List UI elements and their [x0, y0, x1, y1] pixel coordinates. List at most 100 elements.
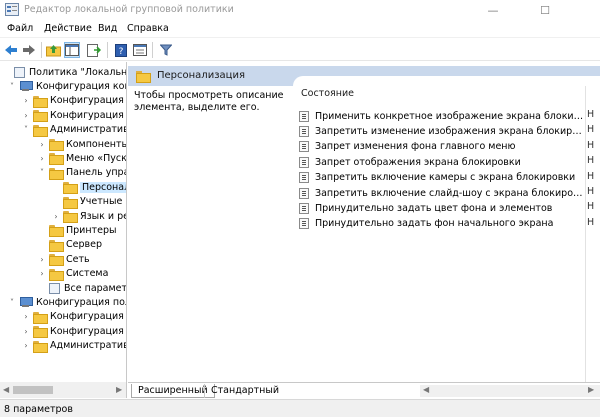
tree-node[interactable]: › Конфигурация W	[22, 108, 126, 123]
help-button[interactable]: ?	[113, 42, 129, 58]
details-pane: Персонализация Чтобы просмотреть описани…	[128, 62, 600, 382]
maximize-icon: ☐	[540, 3, 550, 17]
tree-node-label: Конфигурация W	[50, 325, 126, 337]
chevron-down-icon[interactable]: ˅	[22, 125, 30, 134]
export-list-icon	[87, 43, 101, 57]
tree-horizontal-scrollbar[interactable]: ◀ ▶	[0, 382, 127, 398]
description-text: Чтобы просмотреть описание элемента, выд…	[134, 90, 284, 113]
settings-list: Состояние Применить конкретное изображен…	[293, 76, 600, 382]
export-list-button[interactable]	[86, 42, 102, 58]
chevron-right-icon[interactable]: ›	[52, 212, 60, 221]
tree-node[interactable]: › Меню «Пуск	[38, 151, 126, 166]
tree-node[interactable]: Учетные з	[52, 195, 126, 209]
svg-text:?: ?	[119, 47, 124, 57]
description-area: Чтобы просмотреть описание элемента, выд…	[128, 86, 293, 382]
column-header-state[interactable]: Состояние	[301, 88, 354, 99]
setting-row[interactable]: Запретить включение камеры с экрана блок…	[299, 171, 585, 185]
setting-row[interactable]: Применить конкретное изображение экрана …	[299, 109, 585, 123]
chevron-down-icon[interactable]: ˅	[38, 168, 46, 177]
setting-row[interactable]: Принудительно задать фон начального экра…	[299, 217, 585, 231]
tab-extended[interactable]: Расширенный	[131, 384, 215, 398]
column-divider	[585, 86, 586, 382]
tree-node[interactable]: Принтеры	[38, 223, 116, 238]
tree-node-label: Конфигурация п	[50, 311, 127, 323]
status-bar: 8 параметров	[0, 399, 600, 417]
setting-row[interactable]: Запретить включение слайд-шоу с экрана б…	[299, 186, 585, 200]
menu-file[interactable]: Файл	[7, 23, 33, 34]
minimize-button[interactable]: —	[470, 0, 516, 20]
setting-row[interactable]: Запрет изменения фона главного меню	[299, 140, 585, 154]
scroll-left-icon[interactable]: ◀	[3, 385, 9, 394]
tree-node[interactable]: › Компоненты	[38, 137, 127, 151]
menu-view[interactable]: Вид	[98, 23, 117, 34]
setting-state: Н	[587, 124, 595, 136]
tree-node[interactable]: Все параметр	[38, 281, 126, 295]
chevron-down-icon[interactable]: ˅	[8, 82, 16, 91]
menu-action[interactable]: Действие	[44, 23, 92, 34]
show-hide-tree-button[interactable]	[64, 42, 80, 58]
folder-icon	[33, 95, 48, 108]
chevron-right-icon[interactable]: ›	[22, 111, 30, 120]
tree-node[interactable]: Сервер	[38, 238, 102, 252]
folder-icon	[49, 268, 64, 281]
tree-node[interactable]: › Конфигурация п	[22, 310, 127, 324]
toolbar: ?	[0, 37, 600, 61]
tree-node-label: Конфигурация п	[50, 95, 127, 107]
folder-icon	[33, 326, 48, 339]
status-text: 8 параметров	[4, 404, 73, 415]
chevron-down-icon[interactable]: ˅	[8, 298, 16, 307]
policy-tree[interactable]: Политика "Локальный ˅ Конфигурация комп › Ко…	[0, 62, 127, 382]
setting-row[interactable]: Принудительно задать цвет фона и элемент…	[299, 201, 585, 215]
chevron-right-icon[interactable]: ›	[22, 327, 30, 336]
tree-node-label: Персонал	[80, 181, 126, 193]
menu-help[interactable]: Справка	[127, 23, 169, 34]
chevron-right-icon[interactable]: ›	[38, 255, 46, 264]
chevron-right-icon[interactable]: ›	[22, 96, 30, 105]
folder-icon	[33, 340, 48, 353]
tree-node-label: Панель упра	[66, 167, 127, 179]
chevron-right-icon[interactable]: ›	[22, 312, 30, 321]
tree-node[interactable]: › Конфигурация W	[22, 324, 126, 339]
tree-node[interactable]: › Язык и ре	[52, 209, 126, 223]
minimize-icon: —	[487, 3, 499, 17]
tree-node-label: Компоненты	[66, 138, 127, 150]
setting-row[interactable]: Запретить изменение изображения экрана б…	[299, 124, 585, 138]
tree-node-label: Система	[66, 268, 109, 280]
scroll-right-icon[interactable]: ▶	[116, 385, 122, 394]
tree-node[interactable]: ˅ Конфигурация поль	[8, 295, 126, 309]
tree-node[interactable]: ˅ Конфигурация комп	[8, 79, 126, 93]
setting-label: Принудительно задать фон начального экра…	[315, 218, 554, 230]
scroll-left-icon[interactable]: ◀	[423, 385, 429, 394]
tree-node[interactable]: › Система	[38, 267, 108, 281]
maximize-button[interactable]: ☐	[522, 0, 568, 20]
setting-row[interactable]: Запрет отображения экрана блокировки	[299, 155, 585, 169]
folder-icon	[63, 196, 78, 209]
properties-button[interactable]	[132, 42, 148, 58]
setting-label: Принудительно задать цвет фона и элемент…	[315, 202, 553, 214]
scroll-right-icon[interactable]: ▶	[588, 385, 594, 394]
chevron-right-icon[interactable]: ›	[22, 341, 30, 350]
chevron-right-icon[interactable]: ›	[38, 269, 46, 278]
tree-node[interactable]: ˅ Административ	[22, 123, 126, 137]
tree-node[interactable]: Персонал	[52, 180, 126, 195]
forward-button[interactable]	[21, 42, 37, 58]
tree-node[interactable]: › Сеть	[38, 252, 90, 267]
tree-node[interactable]: › Конфигурация п	[22, 94, 127, 108]
toolbar-separator	[152, 42, 153, 58]
setting-label: Запретить изменение изображения экрана б…	[315, 125, 585, 137]
chevron-right-icon[interactable]: ›	[38, 140, 46, 149]
list-horizontal-scrollbar[interactable]: ◀ ▶	[420, 385, 600, 397]
chevron-right-icon[interactable]: ›	[38, 154, 46, 163]
tree-node[interactable]: › Административ	[22, 339, 126, 353]
tree-node[interactable]: Политика "Локальный	[3, 65, 127, 79]
forward-arrow-icon	[23, 45, 35, 55]
tab-standard[interactable]: Стандартный	[204, 384, 285, 398]
folder-icon	[49, 153, 64, 166]
tree-node[interactable]: ˅ Панель упра	[38, 166, 127, 180]
scroll-thumb[interactable]	[13, 386, 53, 394]
help-icon: ?	[115, 43, 127, 57]
filter-button[interactable]	[158, 42, 174, 58]
up-level-button[interactable]	[45, 42, 61, 58]
tree-node-label: Политика "Локальный	[29, 66, 127, 78]
back-button[interactable]	[3, 42, 19, 58]
